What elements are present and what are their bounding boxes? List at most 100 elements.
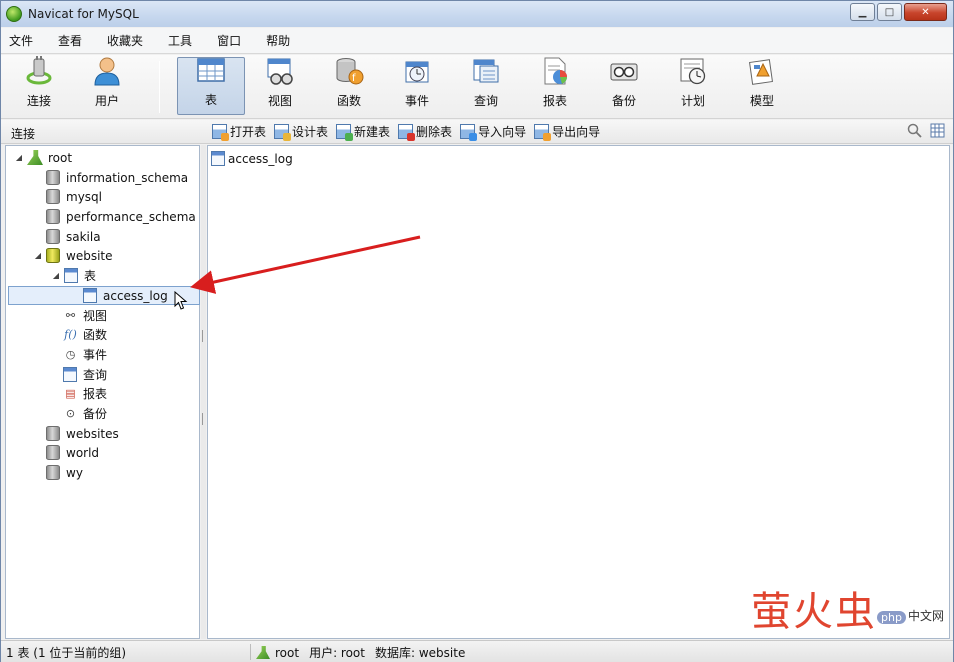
new-table-button[interactable]: 新建表 [336, 123, 390, 141]
delete-table-label: 删除表 [416, 125, 453, 139]
tree-item-label: 事件 [83, 348, 108, 362]
menu-favorites[interactable]: 收藏夹 [107, 32, 143, 49]
tree-item-label: website [66, 248, 113, 263]
connect-button[interactable]: 连接 [5, 56, 73, 115]
grid-view-icon[interactable] [930, 123, 945, 138]
query-label: 查询 [473, 94, 498, 108]
menu-view[interactable]: 查看 [58, 32, 82, 49]
view-button[interactable]: 视图 [246, 57, 314, 115]
tree-item-world[interactable]: world [46, 443, 99, 462]
delete-table-button[interactable]: 删除表 [398, 123, 453, 141]
design-table-button[interactable]: 设计表 [274, 123, 328, 141]
tree-item-queries[interactable]: 查询 [63, 365, 107, 384]
status-connection: root [275, 645, 300, 660]
tree-item-sakila[interactable]: sakila [46, 227, 101, 246]
tree-item-label: 视图 [83, 309, 108, 323]
tree-item-websites[interactable]: websites [46, 424, 119, 443]
menu-file[interactable]: 文件 [9, 32, 33, 49]
import-wizard-label: 导入向导 [478, 125, 527, 139]
status-database: 数据库: website [374, 646, 466, 660]
tree-item-information-schema[interactable]: information_schema [46, 168, 188, 187]
open-table-button[interactable]: 打开表 [212, 123, 267, 141]
tree-item-reports[interactable]: ▤ 报表 [63, 384, 107, 403]
connection-tree: ◢ root information_schema mysql performa… [5, 145, 200, 639]
search-icon[interactable] [907, 123, 922, 138]
schedule-button[interactable]: 计划 [659, 57, 727, 115]
tree-item-label: wy [66, 465, 83, 480]
design-table-icon [274, 124, 292, 141]
table-list-item[interactable]: access_log [211, 151, 293, 166]
close-button[interactable]: ✕ [904, 3, 947, 21]
menu-help[interactable]: 帮助 [266, 32, 290, 49]
tree-item-label: access_log [103, 288, 168, 303]
minimize-button[interactable]: ▁ [850, 3, 875, 21]
tree-item-label: sakila [66, 229, 101, 244]
report-label: 报表 [542, 94, 567, 108]
import-wizard-button[interactable]: 导入向导 [460, 123, 527, 141]
backup-icon [609, 56, 639, 86]
table-name: access_log [228, 151, 293, 166]
window-controls: ▁ □ ✕ [850, 3, 947, 21]
tree-item-root[interactable]: ◢ root [14, 148, 72, 167]
collapse-arrow-icon[interactable]: ◢ [33, 251, 43, 260]
user-label: 用户 [94, 94, 119, 108]
table-label: 表 [204, 93, 217, 107]
user-button[interactable]: 用户 [73, 57, 141, 115]
tree-item-mysql[interactable]: mysql [46, 187, 102, 206]
function-button[interactable]: f 函数 [315, 57, 383, 115]
table-icon [64, 268, 78, 283]
status-connection-info: root 用户: root 数据库: website [256, 644, 465, 661]
backup-label: 备份 [611, 94, 636, 108]
tree-item-label: websites [66, 426, 119, 441]
tree-item-performance-schema[interactable]: performance_schema [46, 207, 196, 226]
collapse-arrow-icon[interactable]: ◢ [51, 271, 61, 280]
table-icon [83, 288, 97, 303]
query-button[interactable]: 查询 [452, 57, 520, 115]
tree-item-functions[interactable]: f() 函数 [63, 325, 107, 344]
tree-item-events[interactable]: ◷ 事件 [63, 345, 107, 364]
tree-item-label: 报表 [83, 387, 108, 401]
mouse-cursor-icon [174, 291, 188, 310]
backup-icon: ⊙ [65, 407, 76, 420]
status-count: 1 表 (1 位于当前的组) [6, 646, 127, 660]
database-icon [46, 426, 60, 441]
menu-window[interactable]: 窗口 [217, 32, 241, 49]
svg-text:f: f [352, 73, 356, 84]
tree-item-wy[interactable]: wy [46, 463, 83, 482]
tree-item-access-log[interactable]: access_log [8, 286, 200, 310]
table-button[interactable]: 表 [177, 57, 245, 115]
toolbar-separator [159, 61, 160, 113]
view-icon [265, 56, 295, 86]
export-wizard-button[interactable]: 导出向导 [534, 123, 600, 141]
model-label: 模型 [749, 94, 774, 108]
pane-splitter[interactable] [201, 145, 206, 639]
tree-item-tables-folder[interactable]: ◢ 表 [51, 266, 96, 285]
tree-item-label: 备份 [83, 407, 108, 421]
table-icon [211, 151, 225, 166]
watermark-logo-text: 萤火虫 [751, 589, 878, 635]
view-controls [907, 123, 945, 138]
connection-icon [256, 646, 270, 659]
tree-item-website[interactable]: ◢ website [33, 246, 113, 265]
event-button[interactable]: 事件 [383, 57, 451, 115]
tree-item-backups[interactable]: ⊙ 备份 [63, 404, 107, 423]
view-icon: ⚯ [65, 309, 76, 322]
open-table-icon [212, 124, 229, 141]
event-label: 事件 [404, 94, 429, 108]
menu-tools[interactable]: 工具 [168, 32, 192, 49]
event-icon [402, 56, 432, 86]
database-icon [46, 229, 60, 244]
tree-item-views[interactable]: ⚯ 视图 [63, 306, 107, 325]
model-button[interactable]: 模型 [728, 57, 796, 115]
object-list-pane: access_log [207, 145, 950, 639]
table-actions: 打开表 设计表 新建表 删除表 导入向导 导出向导 [212, 123, 608, 141]
tree-item-label: information_schema [66, 170, 189, 185]
object-action-bar: 连接 打开表 设计表 新建表 删除表 导入向导 导出向导 [1, 120, 953, 144]
maximize-button[interactable]: □ [877, 3, 902, 21]
open-table-label: 打开表 [230, 125, 267, 139]
tree-item-label: root [48, 150, 73, 165]
collapse-arrow-icon[interactable]: ◢ [14, 153, 24, 162]
backup-button[interactable]: 备份 [590, 57, 658, 115]
database-icon [46, 445, 60, 460]
report-button[interactable]: 报表 [521, 57, 589, 115]
